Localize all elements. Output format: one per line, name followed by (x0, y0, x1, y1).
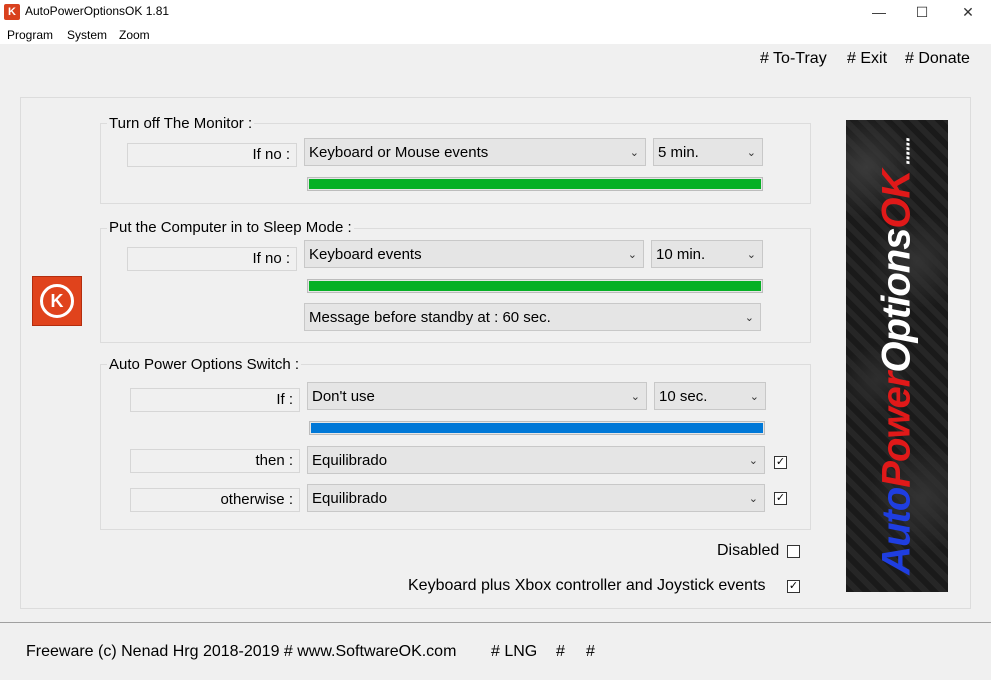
switch-otherwise-label: otherwise : (130, 488, 300, 512)
footer-lng-link[interactable]: # LNG (491, 643, 537, 661)
switch-time-value: 10 sec. (659, 388, 708, 405)
switch-otherwise-value: Equilibrado (312, 490, 388, 507)
chevron-down-icon: ⌄ (746, 147, 756, 159)
switch-then-select[interactable]: Equilibrado ⌄ (307, 446, 765, 474)
banner-power: Power (874, 372, 919, 488)
exit-link[interactable]: # Exit (847, 50, 887, 68)
monitor-event-value: Keyboard or Mouse events (309, 144, 489, 161)
app-icon: K (4, 4, 20, 20)
menu-zoom[interactable]: Zoom (119, 28, 150, 42)
banner-text: AutoPowerOptionsOK...... (875, 137, 920, 575)
disabled-checkbox[interactable] (787, 545, 800, 558)
sleep-progress-bar (307, 279, 763, 293)
chevron-down-icon: ⌄ (748, 455, 758, 467)
banner-dots: ...... (892, 137, 915, 165)
chevron-down-icon: ⌄ (749, 391, 759, 403)
sleep-group-title: Put the Computer in to Sleep Mode : (107, 219, 354, 236)
sleep-progress-fill (309, 281, 761, 291)
chevron-down-icon: ⌄ (630, 391, 640, 403)
chevron-down-icon: ⌄ (627, 249, 637, 261)
switch-if-label: If : (130, 388, 300, 412)
switch-time-select[interactable]: 10 sec. ⌄ (654, 382, 766, 410)
footer-hash-link-1[interactable]: # (556, 643, 565, 661)
monitor-time-value: 5 min. (658, 144, 699, 161)
sleep-if-label: If no : (127, 247, 297, 271)
menu-system[interactable]: System (67, 28, 107, 42)
switch-if-select[interactable]: Don't use ⌄ (307, 382, 647, 410)
donate-link[interactable]: # Donate (905, 50, 970, 68)
monitor-group-title: Turn off The Monitor : (107, 115, 255, 132)
sleep-message-select[interactable]: Message before standby at : 60 sec. ⌄ (304, 303, 761, 331)
sleep-time-select[interactable]: 10 min. ⌄ (651, 240, 763, 268)
autopoweroptionsok-banner: AutoPowerOptionsOK...... (846, 120, 948, 592)
switch-progress-bar (309, 421, 765, 435)
window-title: AutoPowerOptionsOK 1.81 (25, 4, 170, 18)
monitor-time-select[interactable]: 5 min. ⌄ (653, 138, 763, 166)
disabled-label: Disabled (717, 542, 780, 559)
maximize-button[interactable]: ☐ (899, 0, 945, 25)
chevron-down-icon: ⌄ (744, 312, 754, 324)
monitor-progress-fill (309, 179, 761, 189)
close-button[interactable]: ✕ (945, 0, 991, 25)
otherwise-checkbox[interactable]: ✓ (774, 492, 787, 505)
switch-then-label: then : (130, 449, 300, 473)
xbox-checkbox[interactable]: ✓ (787, 580, 800, 593)
k-logo-icon[interactable]: K (32, 276, 82, 326)
sleep-time-value: 10 min. (656, 246, 706, 263)
xbox-label: Keyboard plus Xbox controller and Joysti… (408, 577, 766, 594)
sleep-event-select[interactable]: Keyboard events ⌄ (304, 240, 644, 268)
banner-auto: Auto (874, 487, 919, 575)
monitor-progress-bar (307, 177, 763, 191)
switch-then-value: Equilibrado (312, 452, 388, 469)
banner-ok: OK (874, 170, 919, 229)
footer-hash-link-2[interactable]: # (586, 643, 595, 661)
sleep-event-value: Keyboard events (309, 246, 422, 263)
switch-otherwise-select[interactable]: Equilibrado ⌄ (307, 484, 765, 512)
monitor-if-label: If no : (127, 143, 297, 167)
switch-group-title: Auto Power Options Switch : (107, 356, 302, 373)
minimize-button[interactable]: — (856, 0, 902, 25)
menu-program[interactable]: Program (7, 28, 53, 42)
banner-options: Options (874, 228, 919, 373)
footer-copyright-link[interactable]: Freeware (c) Nenad Hrg 2018-2019 # www.S… (26, 643, 456, 661)
switch-progress-fill (311, 423, 763, 433)
k-logo-glyph: K (40, 284, 74, 318)
sleep-message-value: Message before standby at : 60 sec. (309, 309, 551, 326)
chevron-down-icon: ⌄ (748, 493, 758, 505)
chevron-down-icon: ⌄ (746, 249, 756, 261)
footer-separator (0, 622, 991, 623)
then-checkbox[interactable]: ✓ (774, 456, 787, 469)
chevron-down-icon: ⌄ (629, 147, 639, 159)
monitor-event-select[interactable]: Keyboard or Mouse events ⌄ (304, 138, 646, 166)
to-tray-link[interactable]: # To-Tray (760, 50, 827, 68)
switch-if-value: Don't use (312, 388, 375, 405)
